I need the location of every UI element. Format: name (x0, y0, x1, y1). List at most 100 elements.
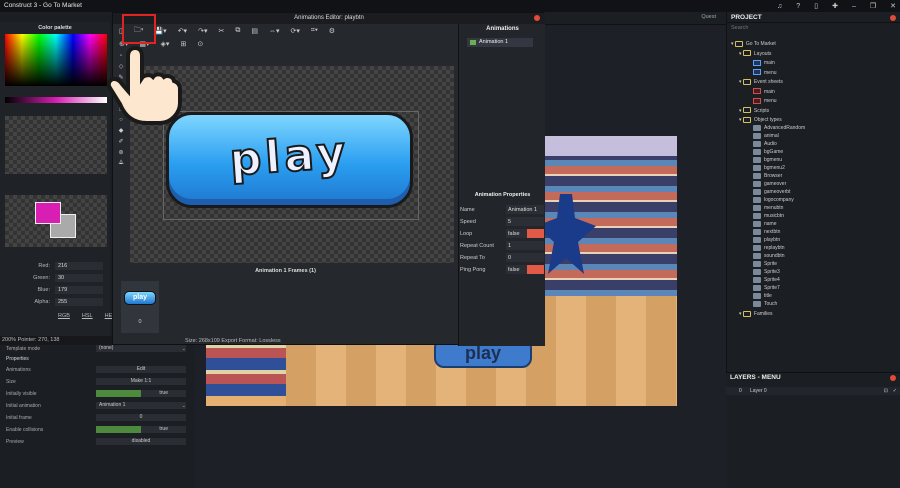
anim-prop-label: Name (460, 207, 475, 213)
tree-item-label: Layouts (753, 50, 772, 57)
object-type-item[interactable]: Touch (753, 300, 777, 309)
paste-icon[interactable]: ▤ (251, 27, 258, 35)
collision-icon[interactable]: ⟁ (118, 160, 123, 167)
layout-icon (753, 69, 761, 76)
maximize-icon[interactable]: ❐ (870, 2, 876, 10)
lock-icon[interactable]: ⊡ (884, 387, 888, 395)
obj-icon (753, 244, 761, 251)
check-icon[interactable]: ✓ (893, 387, 897, 395)
obj-icon (753, 188, 761, 195)
undo-icon[interactable]: ↶▾ (178, 27, 187, 35)
anim-prop-row: Loop false (459, 229, 546, 239)
channel-value-input[interactable]: 179 (55, 286, 103, 294)
anim-prop-value[interactable]: 0 (506, 253, 544, 262)
close-icon[interactable] (534, 15, 540, 21)
animations-editor-title[interactable]: Animations Editor: playbtn (113, 13, 545, 24)
tree-item-label: gameoverbt (764, 189, 791, 195)
close-icon[interactable] (890, 15, 896, 21)
cut-icon[interactable]: ✂ (218, 27, 224, 35)
frame-thumbnail[interactable]: play 0 (121, 281, 159, 333)
tree-item-label: Sprite3 (764, 269, 780, 275)
folder-scripts[interactable]: ▾ Scripts (739, 107, 769, 116)
obj-icon (753, 140, 761, 147)
close-icon[interactable]: ✕ (890, 2, 896, 10)
save-icon[interactable]: 💾▾ (154, 27, 166, 35)
project-root[interactable]: ▾ Go To Market (731, 40, 776, 49)
animation-properties-header: Animation Properties (474, 192, 531, 198)
event-sheet-item[interactable]: main (753, 88, 775, 97)
color-spectrum[interactable] (5, 34, 107, 86)
property-label: Initially visible (6, 391, 37, 397)
property-value[interactable]: true (96, 390, 186, 397)
property-value[interactable]: Edit (96, 366, 186, 373)
properties-section[interactable]: Properties (0, 355, 190, 363)
anim-prop-value[interactable]: false (506, 229, 544, 238)
anim-prop-value[interactable]: false (506, 265, 544, 274)
minimize-icon[interactable]: – (852, 3, 856, 10)
tree-item-label: Sprite4 (764, 277, 780, 283)
tree-item-label: Go To Market (745, 41, 776, 47)
picker-icon[interactable]: ✐ (118, 138, 123, 145)
obj-icon (753, 260, 761, 267)
settings-icon[interactable]: ⚙ (329, 27, 335, 35)
layer-row[interactable]: 0 Layer 0 ⊡ ✓ (726, 387, 900, 395)
bell-icon[interactable]: ♫ (777, 3, 782, 10)
layout-item[interactable]: main (753, 59, 775, 68)
origin-icon[interactable]: ⊙ (197, 40, 203, 48)
rotate-icon[interactable]: ⟳▾ (290, 27, 299, 35)
copy-icon[interactable]: ⧉ (235, 27, 240, 35)
obj-icon (753, 212, 761, 219)
anim-prop-value[interactable]: 1 (506, 241, 544, 250)
tree-item-label: menu (764, 69, 777, 76)
channel-value-input[interactable]: 255 (55, 298, 103, 306)
tree-item-label: Families (753, 311, 773, 317)
anim-prop-value[interactable]: 5 (506, 217, 544, 226)
color-mode-link[interactable]: HSL (82, 313, 93, 319)
file-icon[interactable]: ▯ (814, 2, 818, 10)
property-value[interactable]: true (96, 426, 186, 433)
project-search[interactable]: Search (727, 23, 900, 33)
chevron-down-icon[interactable]: ⌄ (182, 402, 186, 410)
sheet-icon (753, 88, 761, 95)
crop-icon[interactable]: ⌗▾ (311, 27, 318, 35)
event-sheet-item[interactable]: menu (753, 97, 777, 106)
tree-item-label: nextbtn (764, 229, 781, 235)
obj-icon (753, 284, 761, 291)
obj-icon (753, 236, 761, 243)
sprite-play-button[interactable]: play (166, 112, 413, 208)
chevron-down-icon[interactable]: ⌄ (182, 345, 186, 353)
close-icon[interactable] (890, 375, 896, 381)
channel-value-input[interactable]: 30 (55, 274, 103, 282)
property-value[interactable]: 0 (96, 414, 186, 421)
folder-event-sheets[interactable]: ▾ Event sheets (739, 78, 783, 87)
obj-icon (753, 180, 761, 187)
color-channel-row: Alpha: 255 (0, 298, 108, 307)
layout-item[interactable]: menu (753, 69, 777, 78)
help-icon[interactable]: ? (796, 3, 800, 10)
flip-icon[interactable]: ⇔▾ (269, 27, 280, 35)
redo-icon[interactable]: ↷▾ (198, 27, 207, 35)
folder-layouts[interactable]: ▾ Layouts (739, 50, 771, 59)
fill-icon[interactable]: ◆ (119, 127, 124, 134)
property-value[interactable]: disabled (96, 438, 186, 445)
primary-color[interactable] (35, 202, 61, 224)
animation-item[interactable]: Animation 1 (467, 38, 533, 47)
image-point-icon[interactable]: ⊛ (118, 149, 123, 156)
tree-item-label: bgmenu (764, 157, 783, 163)
property-value[interactable]: Make 1:1 (96, 378, 186, 385)
folder-families[interactable]: ▾ Families (739, 310, 773, 319)
property-row: Size Make 1:1 (0, 378, 190, 386)
hue-slider[interactable] (5, 97, 107, 103)
palette-title: Color palette (38, 25, 72, 31)
quest-label[interactable]: Quest (701, 14, 716, 20)
obj-icon (753, 132, 761, 139)
color-mode-link[interactable]: RGB (58, 313, 70, 319)
property-label: Preview (6, 439, 24, 445)
palette-swatches[interactable] (5, 116, 107, 174)
addon-icon[interactable]: ✚ (832, 2, 838, 10)
channel-value-input[interactable]: 216 (55, 262, 103, 270)
channel-label: Blue: (37, 287, 50, 293)
property-value[interactable]: Animation 1 (96, 402, 186, 409)
anim-prop-value[interactable]: Animation 1 (506, 205, 544, 214)
tree-item-label: Sprite (764, 261, 778, 267)
